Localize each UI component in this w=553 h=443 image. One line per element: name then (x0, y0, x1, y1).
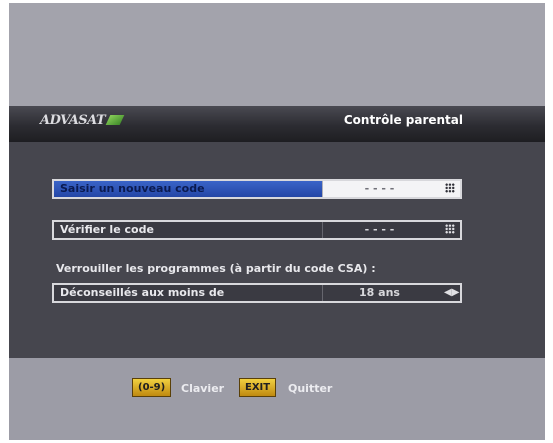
age-limit-label: Déconseillés aux moins de (60, 286, 225, 299)
lock-programs-heading: Verrouiller les programmes (à partir du … (56, 262, 376, 275)
new-code-value: - - - - (364, 182, 395, 195)
keypad-icon (444, 224, 456, 235)
exit-key-button[interactable]: EXIT (239, 378, 277, 397)
age-limit-selector[interactable]: 18 ans ◀▶ (322, 285, 460, 301)
page-title: Contrôle parental (343, 113, 463, 127)
new-code-field[interactable]: - - - - (322, 181, 460, 197)
quit-label: Quitter (288, 382, 333, 395)
menu-panel (9, 142, 545, 358)
logo-text: ADVASAT (40, 113, 106, 128)
footer-bar (9, 358, 545, 440)
age-limit-row[interactable]: Déconseillés aux moins de 18 ans ◀▶ (52, 283, 462, 303)
verify-code-row[interactable]: Vérifier le code - - - - (52, 220, 462, 240)
keyboard-label: Clavier (181, 382, 225, 395)
new-code-label: Saisir un nouveau code (60, 182, 205, 195)
verify-code-field[interactable]: - - - - (322, 222, 460, 238)
verify-code-label: Vérifier le code (60, 223, 154, 236)
brand-logo: ADVASAT (40, 113, 125, 133)
age-limit-value: 18 ans (359, 286, 400, 299)
verify-code-value: - - - - (364, 223, 395, 236)
digits-key-button[interactable]: (0-9) (132, 378, 172, 397)
new-code-row[interactable]: Saisir un nouveau code - - - - (52, 179, 462, 199)
left-right-arrows-icon[interactable]: ◀▶ (444, 287, 459, 298)
keypad-icon (444, 183, 456, 194)
logo-mark-icon (105, 115, 125, 125)
